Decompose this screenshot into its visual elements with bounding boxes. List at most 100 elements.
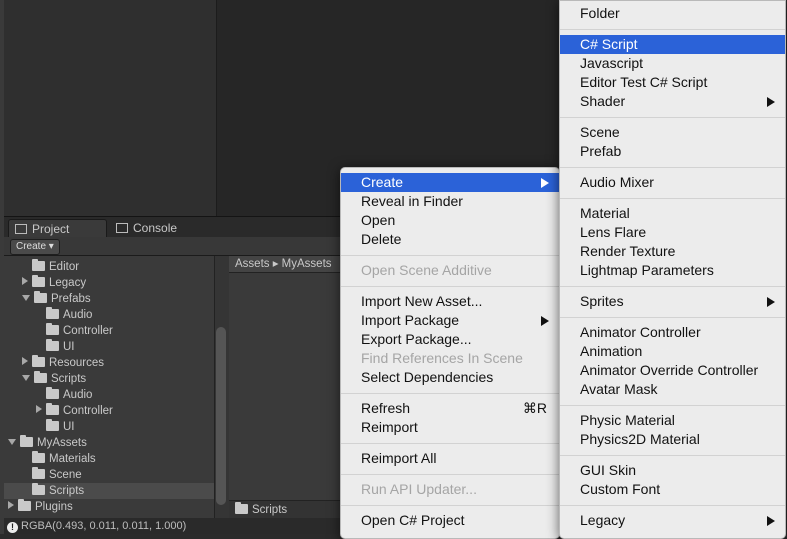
menu-item-select-dependencies[interactable]: Select Dependencies <box>341 368 559 387</box>
menu-item-label: Physics2D Material <box>580 431 700 447</box>
create-item-sprites[interactable]: Sprites <box>560 292 785 311</box>
submenu-arrow-icon <box>541 316 549 326</box>
create-item-physics2d-material[interactable]: Physics2D Material <box>560 430 785 449</box>
tree-item[interactable]: Scripts <box>4 483 214 499</box>
create-item-material[interactable]: Material <box>560 204 785 223</box>
tree-item[interactable]: Audio <box>4 307 214 323</box>
tab-console[interactable]: Console <box>110 219 190 237</box>
folder-icon <box>235 502 248 514</box>
console-tab-icon <box>116 223 128 233</box>
create-submenu: Folder C# Script Javascript Editor Test C# … <box>559 0 786 539</box>
menu-item-reveal-in-finder[interactable]: Reveal in Finder <box>341 192 559 211</box>
create-item-gui-skin[interactable]: GUI Skin <box>560 461 785 480</box>
menu-item-label: Shader <box>580 93 626 109</box>
tree-item-label: MyAssets <box>37 437 87 449</box>
menu-item-delete[interactable]: Delete <box>341 230 559 249</box>
menu-item-import-new-asset[interactable]: Import New Asset... <box>341 292 559 311</box>
menu-item-label: Custom Font <box>580 481 661 497</box>
create-item-scene[interactable]: Scene <box>560 123 785 142</box>
menu-item-create[interactable]: Create <box>341 173 559 192</box>
create-item-audio-mixer[interactable]: Audio Mixer <box>560 173 785 192</box>
asset-context-menu: Create Reveal in Finder Open Delete Open Sce… <box>340 167 560 539</box>
project-folder-tree: Editor Legacy Prefabs Audio Controller UI Reso… <box>4 256 214 518</box>
create-item-physic-material[interactable]: Physic Material <box>560 411 785 430</box>
expand-arrow-icon[interactable] <box>22 295 30 301</box>
create-item-folder[interactable]: Folder <box>560 4 785 23</box>
folder-icon <box>32 355 45 367</box>
menu-item-label: Reveal in Finder <box>361 193 463 209</box>
menu-item-label: Open <box>361 212 396 228</box>
folder-icon <box>46 419 59 431</box>
create-item-lightmap-parameters[interactable]: Lightmap Parameters <box>560 261 785 280</box>
assets-content-area[interactable] <box>229 273 341 500</box>
create-item-avatar-mask[interactable]: Avatar Mask <box>560 380 785 399</box>
menu-separator <box>341 255 559 256</box>
breadcrumb-text[interactable]: Assets ▸ MyAssets <box>235 258 332 270</box>
tree-item[interactable]: Prefabs <box>4 291 214 307</box>
tree-item[interactable]: Plugins <box>4 499 214 515</box>
tree-item[interactable]: Controller <box>4 323 214 339</box>
expand-arrow-icon[interactable] <box>8 501 14 509</box>
menu-item-label: Legacy <box>580 512 626 528</box>
menu-item-import-package[interactable]: Import Package <box>341 311 559 330</box>
create-item-legacy[interactable]: Legacy <box>560 511 785 530</box>
tree-item[interactable]: Controller <box>4 403 214 419</box>
create-item-shader[interactable]: Shader <box>560 92 785 111</box>
folder-icon <box>20 435 33 447</box>
expand-arrow-icon[interactable] <box>36 405 42 413</box>
tree-item-label: Plugins <box>35 501 73 513</box>
tree-item-label: Audio <box>63 389 93 401</box>
create-item-javascript[interactable]: Javascript <box>560 54 785 73</box>
create-item-render-texture[interactable]: Render Texture <box>560 242 785 261</box>
tree-item[interactable]: Editor <box>4 259 214 275</box>
menu-item-label: Folder <box>580 5 620 21</box>
menu-item-label: Physic Material <box>580 412 675 428</box>
create-item-c-script[interactable]: C# Script <box>560 35 785 54</box>
menu-item-reimport-all[interactable]: Reimport All <box>341 449 559 468</box>
menu-separator <box>560 317 785 318</box>
menu-separator <box>341 393 559 394</box>
project-tab-icon <box>15 224 27 234</box>
menu-item-label: Javascript <box>580 55 644 71</box>
menu-item-reimport[interactable]: Reimport <box>341 418 559 437</box>
expand-arrow-icon[interactable] <box>22 277 28 285</box>
folder-icon <box>32 259 45 271</box>
tree-item-label: Materials <box>49 453 96 465</box>
tree-item[interactable]: Scene <box>4 467 214 483</box>
expand-arrow-icon[interactable] <box>8 439 16 445</box>
menu-item-refresh[interactable]: Refresh ⌘R <box>341 399 559 418</box>
tree-item[interactable]: MyAssets <box>4 435 214 451</box>
create-item-editor-test-c-script[interactable]: Editor Test C# Script <box>560 73 785 92</box>
menu-item-label: C# Script <box>580 36 638 52</box>
menu-item-label: Render Texture <box>580 243 676 259</box>
folder-icon <box>46 307 59 319</box>
tree-item[interactable]: UI <box>4 419 214 435</box>
menu-item-label: Scene <box>580 124 620 140</box>
create-item-lens-flare[interactable]: Lens Flare <box>560 223 785 242</box>
create-item-prefab[interactable]: Prefab <box>560 142 785 161</box>
menu-item-open-c-project[interactable]: Open C# Project <box>341 511 559 530</box>
tree-item[interactable]: Scripts <box>4 371 214 387</box>
menu-separator <box>560 286 785 287</box>
menu-item-label: Import Package <box>361 312 460 328</box>
expand-arrow-icon[interactable] <box>22 357 28 365</box>
folder-icon <box>46 387 59 399</box>
expand-arrow-icon[interactable] <box>22 375 30 381</box>
create-button[interactable]: Create ▾ <box>10 239 60 255</box>
tree-scrollbar-thumb[interactable] <box>216 327 226 505</box>
create-item-animation[interactable]: Animation <box>560 342 785 361</box>
tree-item[interactable]: UI <box>4 339 214 355</box>
tree-item[interactable]: Audio <box>4 387 214 403</box>
menu-item-export-package[interactable]: Export Package... <box>341 330 559 349</box>
menu-item-label: Avatar Mask <box>580 381 658 397</box>
tree-item[interactable]: Materials <box>4 451 214 467</box>
folder-icon <box>18 499 31 511</box>
create-item-custom-font[interactable]: Custom Font <box>560 480 785 499</box>
create-item-animator-controller[interactable]: Animator Controller <box>560 323 785 342</box>
create-item-animator-override-controller[interactable]: Animator Override Controller <box>560 361 785 380</box>
menu-item-open[interactable]: Open <box>341 211 559 230</box>
tree-item[interactable]: Legacy <box>4 275 214 291</box>
tab-project[interactable]: Project <box>8 219 107 238</box>
status-text: RGBA(0.493, 0.011, 0.011, 1.000) <box>21 520 187 532</box>
tree-item[interactable]: Resources <box>4 355 214 371</box>
